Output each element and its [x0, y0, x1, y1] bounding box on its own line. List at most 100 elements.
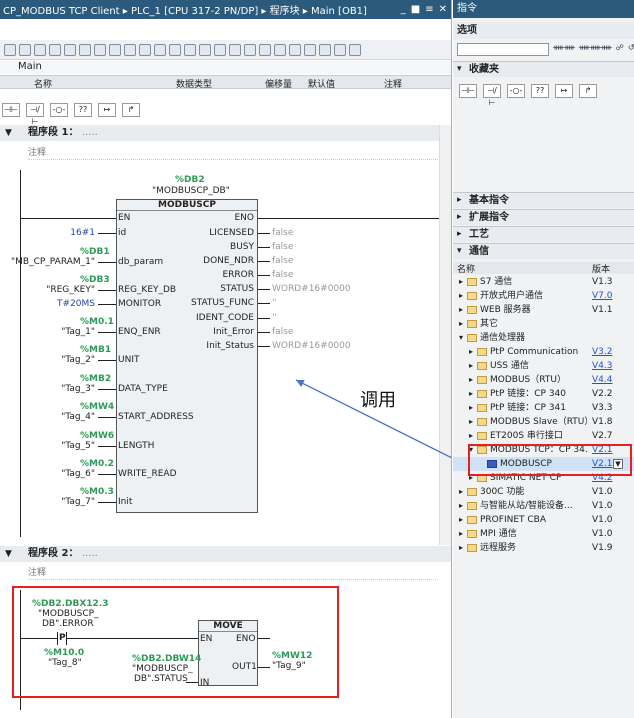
- tree-item[interactable]: ▸ PtP 链接：CP 341 V3.3: [453, 401, 634, 415]
- layout-icon[interactable]: ☍: [616, 43, 624, 52]
- chevron-right-icon[interactable]: ▸: [459, 275, 463, 289]
- section-basic[interactable]: ▸ 基本指令: [453, 192, 634, 208]
- folder-icon: [467, 306, 477, 314]
- folder-icon: [477, 362, 487, 370]
- tree-item[interactable]: ▸ PROFINET CBA V1.0: [453, 513, 634, 527]
- version-link[interactable]: V3.2: [592, 345, 612, 359]
- chevron-right-icon[interactable]: ▸: [469, 415, 473, 429]
- chevron-right-icon[interactable]: ▸: [469, 401, 473, 415]
- version-link: V1.8: [592, 417, 613, 427]
- section-technology-label: 工艺: [469, 229, 489, 240]
- folder-icon: [467, 516, 477, 524]
- chevron-right-icon[interactable]: ▸: [459, 541, 463, 555]
- collapse-icon[interactable]: ▼: [5, 546, 12, 562]
- chevron-right-icon[interactable]: ▸: [469, 345, 473, 359]
- tree-item[interactable]: ▸ ET200S 串行接口 V2.7: [453, 429, 634, 443]
- version-link: V2.2: [592, 389, 613, 399]
- program-editor: CP_MODBUS TCP Client ▸ PLC_1 [CPU 317-2 …: [0, 0, 452, 718]
- version-link[interactable]: V7.0: [592, 289, 612, 303]
- instructions-panel: 指令 选项 ᚔᚔ ᚔᚔᚔ ☍ ↺ ▾ 收藏夹 ⊣⊢ ⊣/⊢ -○- ?? ↦ ↱ …: [453, 0, 634, 718]
- fav-nc-contact[interactable]: ⊣/⊢: [483, 84, 501, 107]
- tree-item-label: MODBUS（RTU）: [490, 375, 566, 385]
- tree-item[interactable]: ▸ USS 通信 V4.3: [453, 359, 634, 373]
- fav-close-branch[interactable]: ↱: [579, 84, 597, 98]
- tree-item[interactable]: ▾ 通信处理器: [453, 331, 634, 345]
- chevron-right-icon[interactable]: ▸: [459, 499, 463, 513]
- version-link: V1.1: [592, 305, 613, 315]
- tree-item[interactable]: ▸ MODBUS Slave（RTU） V1.8: [453, 415, 634, 429]
- chevron-right-icon[interactable]: ▸: [459, 485, 463, 499]
- fav-empty-box[interactable]: ??: [531, 84, 549, 98]
- chevron-right-icon[interactable]: ▸: [459, 317, 463, 331]
- tree-item-label: 300C 功能: [480, 487, 525, 497]
- version-link: V1.0: [592, 501, 613, 511]
- chevron-right-icon[interactable]: ▸: [469, 359, 473, 373]
- tree-item[interactable]: ▸ S7 通信 V1.3: [453, 275, 634, 289]
- tree-col-name[interactable]: 名称: [457, 262, 475, 275]
- tree-item[interactable]: ▸ WEB 服务器 V1.1: [453, 303, 634, 317]
- network-2-dots: .....: [81, 548, 98, 559]
- folder-icon: [477, 404, 487, 412]
- folder-icon: [467, 530, 477, 538]
- chevron-right-icon[interactable]: ▸: [459, 513, 463, 527]
- chevron-right-icon: ▸: [457, 229, 462, 239]
- version-link: V1.9: [592, 543, 613, 553]
- tree-item[interactable]: ▸ 远程服务 V1.9: [453, 541, 634, 555]
- tree-item[interactable]: ▸ 300C 功能 V1.0: [453, 485, 634, 499]
- version-link[interactable]: V4.3: [592, 359, 612, 373]
- chevron-right-icon[interactable]: ▸: [459, 289, 463, 303]
- tree-item[interactable]: ▸ PtP 链接：CP 340 V2.2: [453, 387, 634, 401]
- tree-header: 名称 版本: [453, 262, 634, 275]
- chevron-down-icon[interactable]: ▾: [459, 331, 463, 345]
- tree-item[interactable]: ▸ MPI 通信 V1.0: [453, 527, 634, 541]
- folder-icon: [467, 292, 477, 300]
- network-2-highlight: [12, 586, 339, 698]
- network-2-comment[interactable]: 注释: [28, 566, 438, 580]
- chevron-right-icon[interactable]: ▸: [459, 303, 463, 317]
- favorites-toolbar: ⊣⊢ ⊣/⊢ -○- ?? ↦ ↱: [459, 84, 597, 107]
- tree-item-label: PROFINET CBA: [480, 515, 546, 525]
- chevron-right-icon: ▸: [457, 195, 462, 205]
- network-2-header[interactable]: ▼ 程序段 2： .....: [0, 546, 451, 562]
- chevron-right-icon[interactable]: ▸: [469, 387, 473, 401]
- fav-no-contact[interactable]: ⊣⊢: [459, 84, 477, 98]
- folder-icon: [477, 432, 487, 440]
- search-up-icon[interactable]: ᚔᚔᚔ: [579, 43, 612, 52]
- chevron-right-icon[interactable]: ▸: [469, 373, 473, 387]
- tree-item-label: WEB 服务器: [480, 305, 531, 315]
- folder-icon: [467, 488, 477, 496]
- version-link[interactable]: V4.4: [592, 373, 612, 387]
- version-link: V1.3: [592, 277, 613, 287]
- network-2-title: 程序段 2：: [28, 548, 79, 559]
- chevron-down-icon: ▾: [457, 64, 462, 74]
- tree-item[interactable]: ▸ PtP Communication V3.2: [453, 345, 634, 359]
- favorites-label: 收藏夹: [469, 64, 499, 75]
- tree-item-label: 与智能从站/智能设备...: [480, 501, 573, 511]
- section-communication[interactable]: ▾ 通信: [453, 243, 634, 259]
- chevron-right-icon[interactable]: ▸: [469, 429, 473, 443]
- fav-coil[interactable]: -○-: [507, 84, 525, 98]
- tree-item-label: 远程服务: [480, 543, 517, 553]
- tree-item[interactable]: ▸ 其它: [453, 317, 634, 331]
- favorites-section[interactable]: ▾ 收藏夹: [453, 61, 634, 77]
- tree-item-label: PtP Communication: [490, 347, 579, 357]
- section-technology[interactable]: ▸ 工艺: [453, 226, 634, 242]
- search-input[interactable]: [457, 43, 549, 56]
- tree-item[interactable]: ▸ MODBUS（RTU） V4.4: [453, 373, 634, 387]
- tree-item-label: PtP 链接：CP 340: [490, 389, 566, 399]
- version-link: V2.7: [592, 431, 613, 441]
- tree-item[interactable]: ▸ 与智能从站/智能设备... V1.0: [453, 499, 634, 513]
- section-extended-label: 扩展指令: [469, 212, 509, 223]
- chevron-right-icon[interactable]: ▸: [459, 527, 463, 541]
- section-extended[interactable]: ▸ 扩展指令: [453, 209, 634, 225]
- fav-open-branch[interactable]: ↦: [555, 84, 573, 98]
- tree-item-label: ET200S 串行接口: [490, 431, 563, 441]
- instructions-title: 指令: [453, 0, 634, 18]
- refresh-icon[interactable]: ↺: [628, 43, 634, 52]
- tree-item[interactable]: ▸ 开放式用户通信 V7.0: [453, 289, 634, 303]
- tree-item-label: MODBUS Slave（RTU）: [490, 417, 587, 427]
- options-label: 选项: [453, 22, 634, 39]
- search-down-icon[interactable]: ᚔᚔ: [553, 43, 575, 52]
- tree-col-version[interactable]: 版本: [592, 262, 610, 275]
- folder-icon: [467, 320, 477, 328]
